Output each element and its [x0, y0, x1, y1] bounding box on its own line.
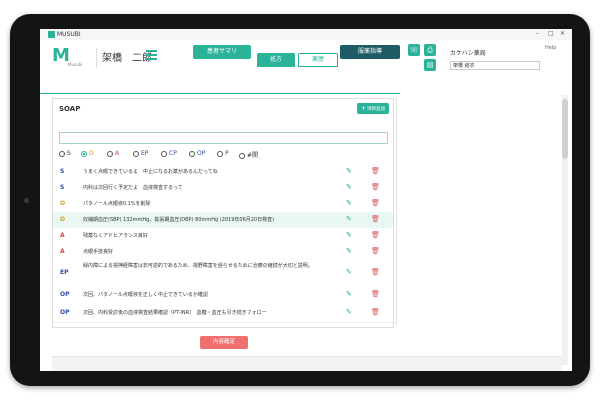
app-logo-icon	[48, 31, 55, 38]
radio-ep[interactable]: EP	[133, 150, 148, 160]
edit-pencil-icon[interactable]: ✎	[346, 167, 352, 175]
delete-trash-icon[interactable]: 🗑	[371, 268, 380, 276]
edit-pencil-icon[interactable]: ✎	[346, 183, 352, 191]
app-name: MUSUBI	[57, 31, 81, 38]
help-link[interactable]: Help	[545, 45, 556, 51]
radio-a[interactable]: A	[107, 150, 119, 160]
delete-trash-icon[interactable]: 🗑	[371, 183, 380, 191]
delete-trash-icon[interactable]: 🗑	[371, 290, 380, 298]
soap-entry-text: 収縮期血圧(SBP) 132mmHg、拡張期血圧(DBP) 80mmHg (20…	[83, 217, 275, 223]
soap-entry-tag: O	[60, 216, 66, 223]
radio-o[interactable]: O	[81, 150, 94, 160]
document-icon[interactable]: ▤	[424, 59, 436, 71]
soap-entry-text: 内科は次回行く予定だよ 血液検査するって	[83, 185, 183, 191]
edit-pencil-icon[interactable]: ✎	[346, 199, 352, 207]
edit-pencil-icon[interactable]: ✎	[346, 308, 352, 316]
tab-prescription[interactable]: 処方	[257, 53, 295, 67]
delete-trash-icon[interactable]: 🗑	[371, 167, 380, 175]
add-item-button[interactable]: +項目追加	[357, 103, 389, 114]
edit-pencil-icon[interactable]: ✎	[346, 231, 352, 239]
tab-history[interactable]: 薬歴	[298, 53, 338, 67]
printer-icon[interactable]: ⎙	[424, 44, 436, 56]
soap-entry-text: 緑内障による視神経障害は非可逆的であるため、視野障害を遅らせるために治療の継続が…	[83, 263, 313, 269]
soap-entry-row[interactable]: O 収縮期血圧(SBP) 132mmHg、拡張期血圧(DBP) 80mmHg (2…	[53, 212, 393, 229]
radio-p[interactable]: P	[217, 150, 229, 160]
window-titlebar: MUSUBI – □ ✕	[40, 29, 572, 40]
edit-pencil-icon[interactable]: ✎	[346, 215, 352, 223]
radio-s[interactable]: S	[59, 150, 71, 160]
soap-entry-tag: S	[60, 168, 65, 175]
soap-entry-text: 点眼手技良好	[83, 249, 114, 255]
edit-pencil-icon[interactable]: ✎	[346, 290, 352, 298]
tab-underline	[40, 93, 400, 94]
plus-icon: +	[360, 105, 367, 112]
radio-cp[interactable]: CP	[161, 150, 177, 160]
phone-icon[interactable]: ☏	[408, 44, 420, 56]
soap-entry-row[interactable]: S うまく点眼できているよ 中止になるお薬があるんだってね ✎ 🗑	[53, 164, 393, 181]
patient-summary-button[interactable]: 患者サマリ	[193, 45, 251, 59]
edit-pencil-icon[interactable]: ✎	[346, 247, 352, 255]
soap-entry-tag: S	[60, 184, 65, 191]
soap-title: SOAP	[59, 105, 81, 113]
soap-entry-row[interactable]: S 内科は次回行く予定だよ 血液検査するって ✎ 🗑	[53, 180, 393, 197]
soap-entry-row[interactable]: OP 次回、パタノール点眼液を正しく中止できているか確認 ✎ 🗑	[53, 286, 393, 305]
panel-divider	[396, 95, 397, 325]
soap-entry-tag: EP	[60, 269, 69, 276]
soap-entry-text: パタノール点眼液0.1%を削除	[83, 201, 151, 207]
pharmacy-name: カケハシ薬局	[450, 50, 486, 57]
confirm-content-button[interactable]: 内容確定	[200, 336, 248, 349]
app-screen: MUSUBI – □ ✕ M Musubi 架橋 二郎 患者サマリ 処方 薬歴 …	[40, 29, 572, 371]
scrollbar-thumb[interactable]	[562, 99, 568, 159]
staff-select[interactable]: 架橋 結衣	[450, 61, 540, 70]
delete-trash-icon[interactable]: 🗑	[371, 215, 380, 223]
bottom-panel	[52, 356, 562, 371]
soap-entry-tag: OP	[60, 291, 70, 298]
soap-entry-text: 残薬なくアドヒアランス良好	[83, 233, 148, 239]
soap-entry-row[interactable]: A 点眼手技良好 ✎ 🗑	[53, 244, 393, 261]
delete-trash-icon[interactable]: 🗑	[371, 199, 380, 207]
scrollbar[interactable]	[562, 95, 568, 365]
radio-kai[interactable]: #開	[239, 150, 258, 160]
soap-panel: SOAP +項目追加 S O A EP CP OP P #開 S うまく点眼できて…	[52, 98, 394, 328]
soap-entry-row[interactable]: OP 次回、内科受診後の血液検査結果確認（PT-INR） 血糖・血圧も引き続きフォ…	[53, 304, 393, 323]
soap-entry-row[interactable]: EP 緑内障による視神経障害は非可逆的であるため、視野障害を遅らせるために治療の継…	[53, 260, 393, 287]
delete-trash-icon[interactable]: 🗑	[371, 231, 380, 239]
edit-pencil-icon[interactable]: ✎	[346, 268, 352, 276]
soap-entry-row[interactable]: O パタノール点眼液0.1%を削除 ✎ 🗑	[53, 196, 393, 213]
header-divider	[96, 48, 97, 68]
soap-entry-tag: O	[60, 200, 66, 207]
delete-trash-icon[interactable]: 🗑	[371, 308, 380, 316]
list-icon[interactable]	[146, 50, 157, 60]
patient-name: 架橋 二郎	[102, 53, 152, 64]
soap-entry-tag: OP	[60, 309, 70, 316]
radio-op[interactable]: OP	[189, 150, 205, 160]
brand-text: Musubi	[68, 62, 83, 67]
add-item-label: 項目追加	[367, 107, 386, 112]
camera-dot	[24, 198, 29, 203]
soap-entry-text: 次回、パタノール点眼液を正しく中止できているか確認	[83, 292, 208, 298]
app-header: M Musubi 架橋 二郎 患者サマリ 処方 薬歴 服薬指導 ☏ ⎙ ▤ カケ…	[40, 40, 572, 92]
tablet-frame: MUSUBI – □ ✕ M Musubi 架橋 二郎 患者サマリ 処方 薬歴 …	[10, 14, 590, 386]
soap-entry-tag: A	[60, 232, 65, 239]
close-icon[interactable]: ✕	[560, 30, 565, 37]
medication-guidance-button[interactable]: 服薬指導	[340, 45, 400, 59]
soap-text-input[interactable]	[59, 132, 388, 144]
maximize-icon[interactable]: □	[548, 30, 554, 37]
soap-entry-text: うまく点眼できているよ 中止になるお薬があるんだってね	[83, 169, 218, 175]
soap-entry-text: 次回、内科受診後の血液検査結果確認（PT-INR） 血糖・血圧も引き続きフォロー	[83, 310, 267, 316]
soap-entry-row[interactable]: A 残薬なくアドヒアランス良好 ✎ 🗑	[53, 228, 393, 245]
minimize-icon[interactable]: –	[536, 30, 539, 37]
soap-entry-tag: A	[60, 248, 65, 255]
delete-trash-icon[interactable]: 🗑	[371, 247, 380, 255]
